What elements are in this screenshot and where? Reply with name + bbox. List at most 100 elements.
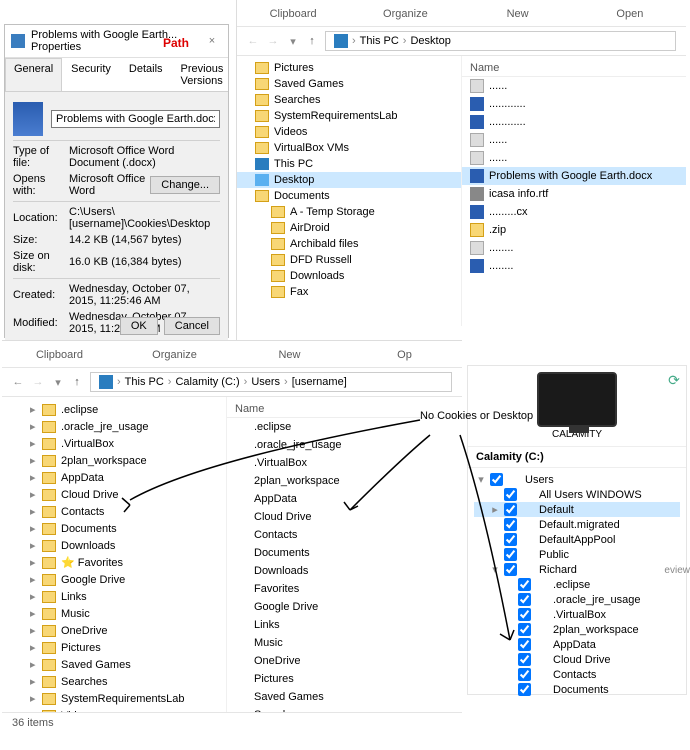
- list-item[interactable]: Music: [227, 634, 462, 652]
- tree-item-documents[interactable]: Documents: [237, 188, 461, 204]
- recent-icon[interactable]: ▾: [283, 35, 303, 48]
- restore-checkbox[interactable]: [518, 623, 531, 636]
- ribbon-new[interactable]: New: [232, 349, 347, 361]
- list-item[interactable]: OneDrive: [227, 652, 462, 670]
- ribbon-organize[interactable]: Organize: [117, 349, 232, 361]
- tree-item[interactable]: ▸.oracle_jre_usage: [2, 418, 226, 435]
- restore-item[interactable]: Downloads: [474, 697, 680, 698]
- tree-item-thispc[interactable]: This PC: [237, 156, 461, 172]
- ok-button[interactable]: OK: [120, 317, 158, 335]
- tree-item[interactable]: Downloads: [237, 268, 461, 284]
- ribbon-open[interactable]: Op: [347, 349, 462, 361]
- list-item[interactable]: Pictures: [227, 670, 462, 688]
- ribbon-organize[interactable]: Organize: [349, 8, 461, 20]
- change-button[interactable]: Change...: [150, 176, 220, 194]
- up-icon[interactable]: ↑: [68, 376, 86, 388]
- tree-item[interactable]: Saved Games: [237, 76, 461, 92]
- restore-item[interactable]: .eclipse: [474, 577, 680, 592]
- restore-item[interactable]: ▾Users: [474, 472, 680, 487]
- restore-checkbox[interactable]: [518, 653, 531, 666]
- restore-item[interactable]: 2plan_workspace: [474, 622, 680, 637]
- restore-checkbox[interactable]: [518, 593, 531, 606]
- list-item[interactable]: .zip: [462, 221, 686, 239]
- tree-item[interactable]: ▸AppData: [2, 469, 226, 486]
- tree-item[interactable]: Pictures: [237, 60, 461, 76]
- list-item[interactable]: .........cx: [462, 203, 686, 221]
- tab-details[interactable]: Details: [120, 58, 172, 91]
- restore-item[interactable]: Cloud Drive: [474, 652, 680, 667]
- cancel-button[interactable]: Cancel: [164, 317, 220, 335]
- list-item[interactable]: ......: [462, 77, 686, 95]
- tree-item[interactable]: Videos: [237, 124, 461, 140]
- refresh-icon[interactable]: ⟳: [666, 372, 682, 388]
- restore-checkbox[interactable]: [518, 578, 531, 591]
- restore-item[interactable]: Documents: [474, 682, 680, 697]
- tree-item[interactable]: ▸Documents: [2, 520, 226, 537]
- restore-item[interactable]: Contacts: [474, 667, 680, 682]
- tree-item[interactable]: AirDroid: [237, 220, 461, 236]
- filename-input[interactable]: [51, 110, 220, 128]
- list-item[interactable]: ........: [462, 257, 686, 275]
- list-item[interactable]: 2plan_workspace: [227, 472, 462, 490]
- tree-item[interactable]: ▸SystemRequirementsLab: [2, 690, 226, 707]
- restore-checkbox[interactable]: [518, 668, 531, 681]
- forward-icon[interactable]: →: [263, 35, 283, 47]
- tree-item-desktop[interactable]: Desktop: [237, 172, 461, 188]
- tree-item[interactable]: SystemRequirementsLab: [237, 108, 461, 124]
- list-item[interactable]: .VirtualBox: [227, 454, 462, 472]
- restore-item[interactable]: ▾Richard: [474, 562, 680, 577]
- list-item[interactable]: ......: [462, 131, 686, 149]
- tree-item[interactable]: ▸Links: [2, 588, 226, 605]
- list-item[interactable]: ........: [462, 239, 686, 257]
- list-item[interactable]: ......: [462, 149, 686, 167]
- tree-item[interactable]: ▸2plan_workspace: [2, 452, 226, 469]
- restore-item[interactable]: DefaultAppPool: [474, 532, 680, 547]
- tree-item[interactable]: ▸Downloads: [2, 537, 226, 554]
- list-item[interactable]: Contacts: [227, 526, 462, 544]
- list-item[interactable]: AppData: [227, 490, 462, 508]
- restore-item[interactable]: .VirtualBox: [474, 607, 680, 622]
- close-icon[interactable]: ×: [202, 35, 222, 47]
- restore-checkbox[interactable]: [518, 683, 531, 696]
- tree-item[interactable]: ▸Music: [2, 605, 226, 622]
- restore-checkbox[interactable]: [504, 548, 517, 561]
- forward-icon[interactable]: →: [28, 376, 48, 388]
- tree-item[interactable]: ▸Google Drive: [2, 571, 226, 588]
- tree-item[interactable]: ▸OneDrive: [2, 622, 226, 639]
- back-icon[interactable]: ←: [8, 376, 28, 388]
- restore-checkbox[interactable]: [504, 503, 517, 516]
- ribbon-new[interactable]: New: [462, 8, 574, 20]
- ribbon-clipboard[interactable]: Clipboard: [237, 8, 349, 20]
- restore-checkbox[interactable]: [490, 473, 503, 486]
- ribbon-open[interactable]: Open: [574, 8, 686, 20]
- list-item[interactable]: icasa info.rtf: [462, 185, 686, 203]
- tree-item[interactable]: ▸.eclipse: [2, 401, 226, 418]
- restore-checkbox[interactable]: [504, 533, 517, 546]
- tree-item[interactable]: ▸Pictures: [2, 639, 226, 656]
- restore-checkbox[interactable]: [504, 488, 517, 501]
- tree-item[interactable]: ▸.VirtualBox: [2, 435, 226, 452]
- tree-item[interactable]: ▸Saved Games: [2, 656, 226, 673]
- restore-checkbox[interactable]: [518, 638, 531, 651]
- breadcrumb[interactable]: › This PC › Desktop: [325, 31, 676, 51]
- list-item[interactable]: Saved Games: [227, 688, 462, 706]
- list-item[interactable]: Google Drive: [227, 598, 462, 616]
- restore-checkbox[interactable]: [518, 608, 531, 621]
- tab-previous-versions[interactable]: Previous Versions: [172, 58, 233, 91]
- restore-item[interactable]: ▸Default: [474, 502, 680, 517]
- up-icon[interactable]: ↑: [303, 35, 321, 47]
- tree-item[interactable]: ▸Videos: [2, 707, 226, 712]
- list-item[interactable]: Links: [227, 616, 462, 634]
- tab-security[interactable]: Security: [62, 58, 120, 91]
- tree-item[interactable]: Fax: [237, 284, 461, 300]
- list-item[interactable]: Downloads: [227, 562, 462, 580]
- restore-item[interactable]: Public: [474, 547, 680, 562]
- list-item[interactable]: .oracle_jre_usage: [227, 436, 462, 454]
- list-item[interactable]: Cloud Drive: [227, 508, 462, 526]
- recent-icon[interactable]: ▾: [48, 376, 68, 389]
- ribbon-clipboard[interactable]: Clipboard: [2, 349, 117, 361]
- tree-item[interactable]: Searches: [237, 92, 461, 108]
- drive-header[interactable]: Calamity (C:): [468, 446, 686, 468]
- tree-item[interactable]: A - Temp Storage: [237, 204, 461, 220]
- tab-general[interactable]: General: [5, 58, 62, 91]
